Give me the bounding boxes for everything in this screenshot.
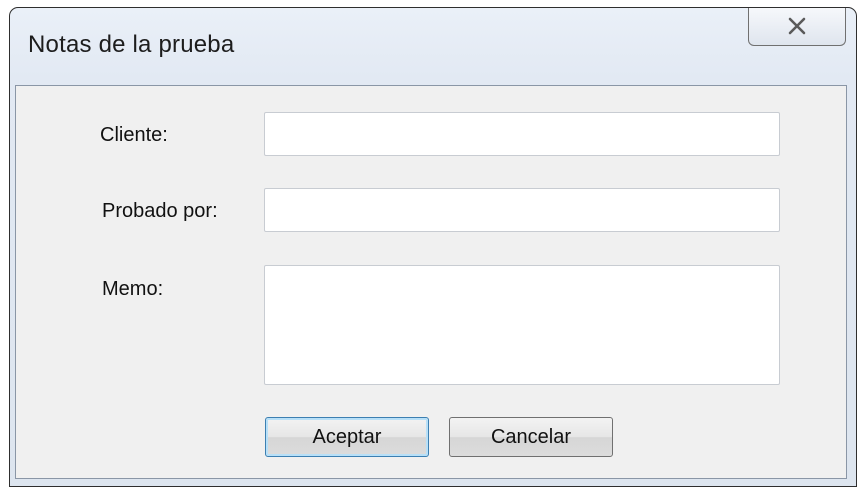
cancelar-button[interactable]: Cancelar bbox=[449, 417, 613, 457]
aceptar-button[interactable]: Aceptar bbox=[265, 417, 429, 457]
dialog-window: Notas de la prueba Cliente: Probado por:… bbox=[9, 7, 857, 487]
memo-textarea[interactable] bbox=[264, 265, 780, 385]
probado-por-label: Probado por: bbox=[102, 200, 218, 222]
cliente-label: Cliente: bbox=[100, 124, 168, 146]
dialog-content: Cliente: Probado por: Memo: Aceptar Canc… bbox=[15, 85, 847, 479]
memo-label: Memo: bbox=[102, 278, 164, 300]
probado-por-input[interactable] bbox=[264, 188, 780, 232]
cliente-input[interactable] bbox=[264, 112, 780, 156]
window-title: Notas de la prueba bbox=[28, 31, 235, 58]
close-button[interactable] bbox=[748, 8, 846, 46]
